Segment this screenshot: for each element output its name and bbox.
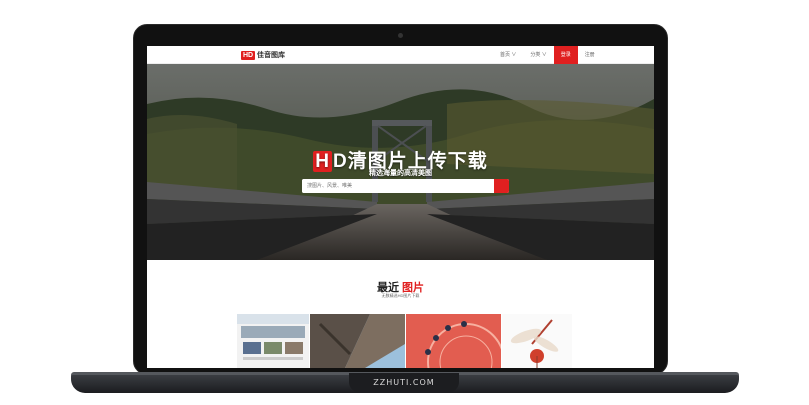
search-bar (302, 179, 509, 193)
thumbnail-row (237, 314, 572, 368)
search-input[interactable] (302, 179, 494, 193)
site-header: HD 佳音图库 首页 ∨ 分类 ∨ 登录 注册 (147, 46, 654, 64)
recent-subtitle: 无数精选HD图片下载 (381, 293, 420, 298)
register-link[interactable]: 注册 (578, 46, 602, 64)
main-nav: 首页 ∨ 分类 ∨ 登录 注册 (493, 46, 602, 64)
watermark-label: ZZHUTI.COM (349, 373, 459, 392)
nav-category[interactable]: 分类 ∨ (523, 46, 553, 64)
nav-home[interactable]: 首页 ∨ (493, 46, 523, 64)
thumbnail-ferris-wheel[interactable] (406, 314, 501, 368)
laptop-screen: HD 佳音图库 首页 ∨ 分类 ∨ 登录 注册 H D清图片上传下载 精选海量的… (147, 46, 654, 368)
thumbnail-website[interactable] (237, 314, 309, 368)
dragonfly-photo (502, 314, 572, 368)
recent-section: 最近 图片 无数精选HD图片下载 (147, 260, 654, 368)
thumbnail-dragonfly[interactable] (502, 314, 572, 368)
website-screenshot-image (237, 314, 309, 360)
cliff-photo (310, 314, 405, 368)
search-icon (302, 179, 309, 186)
hero-subtitle: 精选海量的高清美图 (369, 170, 432, 177)
hero-banner: H D清图片上传下载 精选海量的高清美图 (147, 64, 654, 260)
site-logo[interactable]: HD 佳音图库 (241, 50, 285, 60)
ferris-wheel-photo (406, 314, 501, 368)
stage: HD 佳音图库 首页 ∨ 分类 ∨ 登录 注册 H D清图片上传下载 精选海量的… (0, 0, 809, 405)
logo-mark: HD (241, 50, 255, 60)
camera-icon (398, 33, 403, 38)
search-button[interactable] (302, 179, 509, 193)
login-button[interactable]: 登录 (553, 46, 578, 64)
thumbnail-cliff[interactable] (310, 314, 405, 368)
logo-text: 佳音图库 (257, 52, 285, 59)
